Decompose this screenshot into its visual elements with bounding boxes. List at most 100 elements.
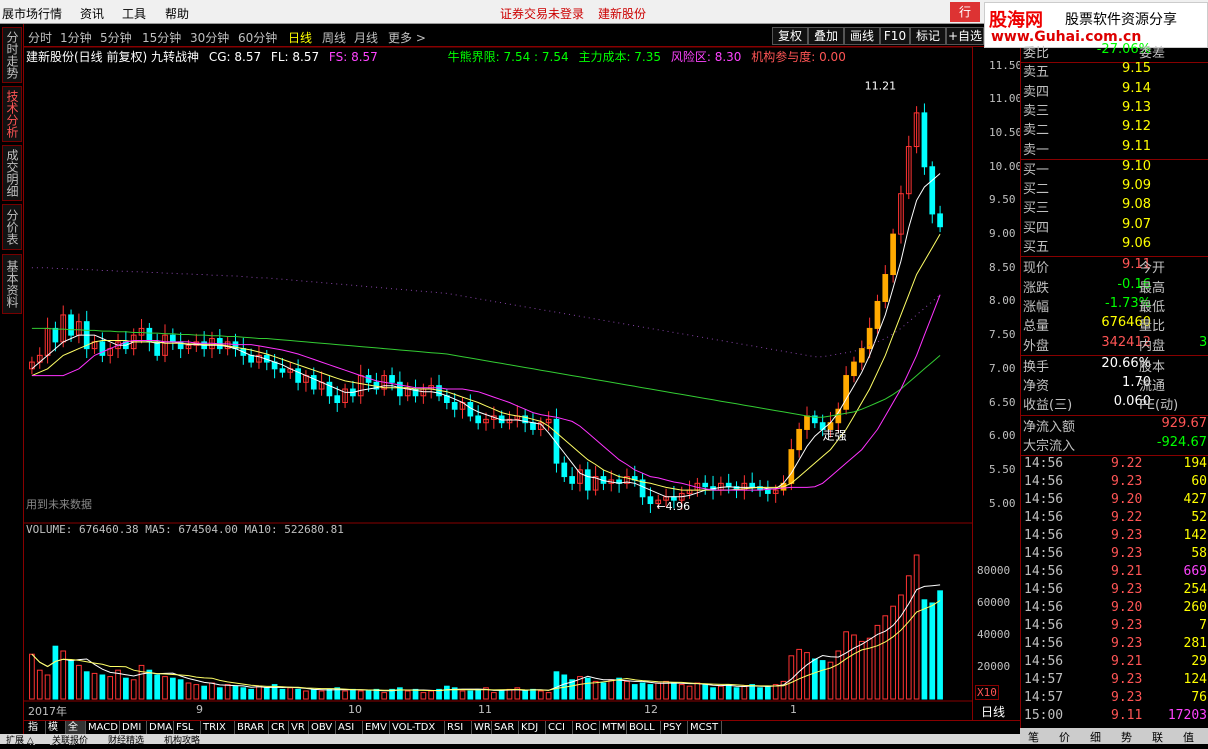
candle-body xyxy=(702,482,709,488)
indicator-tab-指标[interactable]: 指标 xyxy=(26,721,46,747)
indicator-tab-psy[interactable]: PSY xyxy=(661,721,688,735)
draw-line-button[interactable]: 画线 xyxy=(844,27,880,45)
trade-tab-2[interactable]: 细 xyxy=(1090,729,1101,745)
buy-level-2-label: 买二 xyxy=(1023,182,1050,198)
indicator-tab-brar[interactable]: BRAR xyxy=(235,721,269,735)
menu-help[interactable]: 帮助 xyxy=(165,5,189,22)
candle-body xyxy=(326,381,333,397)
stock-title: 建新股份 xyxy=(598,7,647,21)
indicator-tab-cci[interactable]: CCI xyxy=(546,721,573,735)
add-favorite-button[interactable]: +自选 xyxy=(946,27,984,45)
indicator-tab-dmi[interactable]: DMI xyxy=(120,721,147,735)
period-3[interactable]: 15分钟 xyxy=(142,29,181,46)
kline-chart[interactable]: 11.21 ←4.96 走强 xyxy=(24,47,972,720)
menu-market[interactable]: 展市场行情 xyxy=(2,5,62,22)
volume-bar xyxy=(616,677,622,700)
f10-button[interactable]: F10 xyxy=(880,27,910,45)
extend-tab-3[interactable]: 机构攻略 xyxy=(164,734,200,744)
extend-tab-0[interactable]: 扩展 △ xyxy=(6,734,34,744)
indicator-tab-obv[interactable]: OBV xyxy=(309,721,336,735)
indicator-tab-kdj[interactable]: KDJ xyxy=(519,721,546,735)
trade-row: 14:56 9.21 669 xyxy=(1021,564,1208,582)
quote-1-label: 涨跌 xyxy=(1023,280,1050,296)
indicator-tab-mcst[interactable]: MCST xyxy=(688,721,722,735)
indicator-tab-boll[interactable]: BOLL xyxy=(627,721,661,735)
candle-body xyxy=(858,348,865,363)
volume-bar xyxy=(686,685,693,700)
period-9[interactable]: 更多 > xyxy=(388,29,426,46)
indicator-tab-vr[interactable]: VR xyxy=(289,721,309,735)
quote-3: 总量 676460 量比 xyxy=(1021,315,1208,334)
left-tab-0[interactable]: 分时走势 xyxy=(2,27,22,83)
indicator-tab-模板[interactable]: 模板 xyxy=(46,721,66,747)
volume-bar xyxy=(44,674,51,700)
trade-tab-4[interactable]: 联 xyxy=(1152,729,1163,745)
trade-qty: 124 xyxy=(1183,671,1207,687)
left-tab-3[interactable]: 分价表 xyxy=(2,204,22,250)
menu-tools[interactable]: 工具 xyxy=(122,5,146,22)
period-1[interactable]: 1分钟 xyxy=(60,29,92,46)
volume-bar xyxy=(929,602,936,700)
quote-panel: 委比 -27.06% 委差 卖五 9.15 卖四 9.14 卖三 9.13 卖二 9.12 卖一 9.1… xyxy=(1020,42,1208,744)
trade-qty: 254 xyxy=(1183,581,1207,597)
left-tab-2[interactable]: 成交明细 xyxy=(2,145,22,201)
candle-body xyxy=(929,166,936,215)
buy-level-3-label: 买三 xyxy=(1023,201,1050,217)
trade-tab-0[interactable]: 笔 xyxy=(1028,729,1039,745)
trade-time: 14:56 xyxy=(1024,653,1064,669)
indicator-tab-rsi[interactable]: RSI xyxy=(445,721,472,735)
left-tab-1[interactable]: 技术分析 xyxy=(2,86,22,142)
period-4[interactable]: 30分钟 xyxy=(190,29,229,46)
extend-tab-2[interactable]: 财经精选 xyxy=(108,734,144,744)
indicator-tab-trix[interactable]: TRIX xyxy=(201,721,235,735)
indicator-tab-macd[interactable]: MACD xyxy=(86,721,120,735)
trade-time: 14:56 xyxy=(1024,617,1064,633)
period-2[interactable]: 5分钟 xyxy=(100,29,132,46)
indicator-tab-dma[interactable]: DMA xyxy=(147,721,174,735)
volume-bar xyxy=(537,690,544,700)
period-7[interactable]: 周线 xyxy=(322,29,346,46)
trade-tab-5[interactable]: 值 xyxy=(1183,729,1194,745)
sell-level-1: 卖一 9.11 xyxy=(1021,139,1208,158)
indicator-tab-emv[interactable]: EMV xyxy=(363,721,390,735)
period-6[interactable]: 日线 xyxy=(288,29,312,46)
volume-bar xyxy=(115,669,121,700)
trade-price: 9.23 xyxy=(1111,671,1143,687)
trade-qty: 29 xyxy=(1191,653,1207,669)
mark-button[interactable]: 标记 xyxy=(910,27,946,45)
day-label[interactable]: 日线 xyxy=(981,703,1005,720)
adjust-button[interactable]: 复权 xyxy=(772,27,808,45)
indicator-tab-mtm[interactable]: MTM xyxy=(600,721,627,735)
trade-tab-3[interactable]: 势 xyxy=(1121,729,1132,745)
volume-bar xyxy=(506,688,513,700)
indicator-tab-fsl[interactable]: FSL xyxy=(174,721,201,735)
trade-tab-1[interactable]: 价 xyxy=(1059,729,1070,745)
left-tab-4[interactable]: 基本资料 xyxy=(2,254,22,314)
indicator-tab-cr[interactable]: CR xyxy=(269,721,289,735)
volume-bar xyxy=(835,650,842,700)
period-0[interactable]: 分时 xyxy=(28,29,52,46)
period-5[interactable]: 60分钟 xyxy=(238,29,277,46)
indicator-tab-vol-tdx[interactable]: VOL-TDX xyxy=(390,721,445,735)
candle-body xyxy=(804,415,810,430)
candle-body xyxy=(890,233,896,276)
indicator-tab-asi[interactable]: ASI xyxy=(336,721,363,735)
indicator-tab-roc[interactable]: ROC xyxy=(573,721,600,735)
menu-news[interactable]: 资讯 xyxy=(80,5,104,22)
volume-bar xyxy=(733,687,740,700)
login-status[interactable]: 证券交易未登录 xyxy=(500,5,584,22)
volume-bar xyxy=(420,692,427,700)
period-8[interactable]: 月线 xyxy=(354,29,378,46)
indicator-tab-wr[interactable]: WR xyxy=(472,721,492,735)
volume-tick: 20000 xyxy=(977,660,1011,673)
candle-body xyxy=(279,368,286,373)
overlay-button[interactable]: 叠加 xyxy=(808,27,844,45)
indicator-tab-sar[interactable]: SAR xyxy=(492,721,519,735)
quote-4: 外盘 342412 内盘 xyxy=(1021,335,1208,354)
trade-button[interactable]: 行 xyxy=(950,2,980,22)
buy-level-1-value: 9.10 xyxy=(1122,158,1151,174)
quote-extra: 3 xyxy=(1199,334,1208,350)
indicator-tab-全部[interactable]: 全部 xyxy=(66,721,86,747)
trade-qty: 260 xyxy=(1183,599,1207,615)
extend-tab-1[interactable]: 关联报价 xyxy=(52,734,88,744)
